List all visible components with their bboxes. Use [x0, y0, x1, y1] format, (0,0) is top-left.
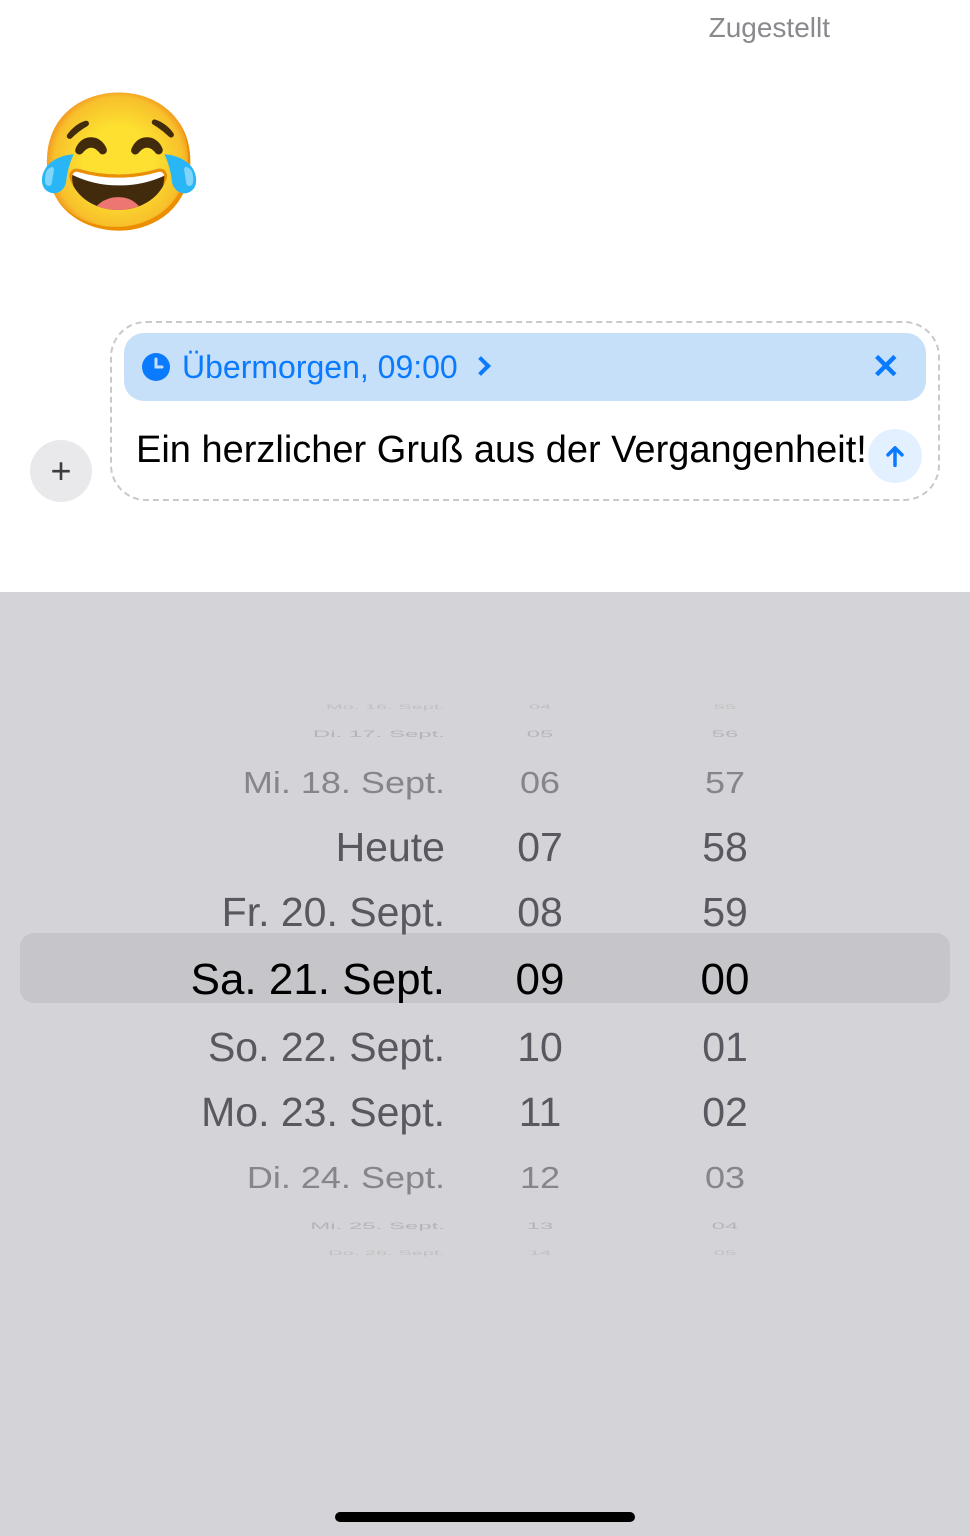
minute-option[interactable]: 04	[712, 1220, 739, 1233]
hour-option[interactable]: 12	[520, 1150, 560, 1205]
date-option-selected[interactable]: Sa. 21. Sept.	[0, 945, 465, 1015]
clear-schedule-button[interactable]: ✕	[864, 347, 909, 387]
compose-box: Übermorgen, 09:00 ✕ Ein herzlicher Gruß …	[110, 321, 940, 500]
message-input[interactable]: Ein herzlicher Gruß aus der Vergangenhei…	[124, 419, 926, 482]
received-emoji-message: 😂	[35, 95, 203, 230]
minute-option[interactable]: 57	[705, 755, 745, 810]
date-option[interactable]: Do. 26. Sept.	[0, 1250, 465, 1257]
date-option[interactable]: Mi. 25. Sept.	[0, 1220, 465, 1233]
hour-option-selected[interactable]: 09	[516, 945, 565, 1015]
hour-option[interactable]: 05	[527, 728, 554, 741]
arrow-up-icon	[881, 442, 909, 470]
date-wheel[interactable]: Mo. 16. Sept. Di. 17. Sept. Mi. 18. Sept…	[0, 696, 465, 1316]
date-option[interactable]: Mo. 23. Sept.	[0, 1080, 465, 1145]
hour-option[interactable]: 06	[520, 755, 560, 810]
hour-wheel[interactable]: 04 05 06 07 08 09 10 11 12 13 14	[465, 696, 615, 1316]
date-option[interactable]: Heute	[0, 815, 465, 880]
date-option[interactable]: So. 22. Sept.	[0, 1015, 465, 1080]
minute-option[interactable]: 05	[714, 1250, 736, 1257]
hour-option[interactable]: 11	[519, 1080, 562, 1145]
minute-option[interactable]: 56	[712, 728, 739, 741]
compose-area: + Übermorgen, 09:00 ✕ Ein herzlicher Gru…	[30, 320, 940, 502]
send-button[interactable]	[868, 429, 922, 483]
hour-option[interactable]: 04	[529, 704, 551, 711]
minute-option[interactable]: 01	[702, 1015, 748, 1080]
minute-option-selected[interactable]: 00	[701, 945, 750, 1015]
chevron-right-icon	[471, 356, 491, 376]
home-indicator[interactable]	[335, 1512, 635, 1522]
minute-option[interactable]: 58	[702, 815, 748, 880]
delivered-label: Zugestellt	[709, 12, 830, 44]
minute-option[interactable]: 03	[705, 1150, 745, 1205]
schedule-pill[interactable]: Übermorgen, 09:00 ✕	[124, 333, 926, 401]
schedule-time-label: Übermorgen, 09:00	[182, 349, 458, 386]
hour-option[interactable]: 14	[529, 1250, 551, 1257]
schedule-label-group: Übermorgen, 09:00	[142, 349, 488, 386]
hour-option[interactable]: 13	[527, 1220, 554, 1233]
minute-option[interactable]: 55	[714, 704, 736, 711]
date-option[interactable]: Mo. 16. Sept.	[0, 704, 465, 711]
minute-wheel[interactable]: 55 56 57 58 59 00 01 02 03 04 05	[615, 696, 835, 1316]
date-option[interactable]: Di. 17. Sept.	[0, 728, 465, 741]
add-attachment-button[interactable]: +	[30, 440, 92, 502]
hour-option[interactable]: 10	[517, 1015, 563, 1080]
date-option[interactable]: Di. 24. Sept.	[0, 1150, 465, 1205]
date-option[interactable]: Fr. 20. Sept.	[0, 880, 465, 945]
date-time-picker: Mo. 16. Sept. Di. 17. Sept. Mi. 18. Sept…	[0, 592, 970, 1536]
clock-icon	[142, 353, 170, 381]
date-option[interactable]: Mi. 18. Sept.	[0, 755, 465, 810]
minute-option[interactable]: 02	[702, 1080, 748, 1145]
hour-option[interactable]: 08	[517, 880, 563, 945]
minute-option[interactable]: 59	[702, 880, 748, 945]
hour-option[interactable]: 07	[517, 815, 563, 880]
